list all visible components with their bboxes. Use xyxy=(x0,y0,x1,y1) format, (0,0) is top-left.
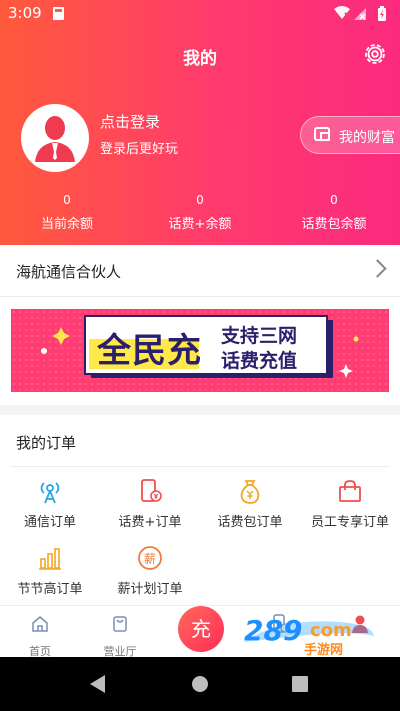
stat-label: 话费包余额 xyxy=(301,217,367,232)
orders-title: 我的订单 xyxy=(16,434,77,452)
bar-chart-icon xyxy=(39,548,61,570)
section-divider xyxy=(0,405,400,415)
stat-phone-package-balance[interactable]: 0 话费包余额 xyxy=(279,193,389,232)
partner-row[interactable]: 海航通信合伙人 xyxy=(0,245,400,297)
home-icon xyxy=(32,616,48,632)
partner-label: 海航通信合伙人 xyxy=(16,263,122,281)
back-icon[interactable] xyxy=(90,675,105,693)
svg-text:薪: 薪 xyxy=(144,552,156,566)
sd-card-icon xyxy=(53,7,64,20)
stat-value: 0 xyxy=(63,193,71,207)
watermark-suffix: com xyxy=(310,620,352,641)
order-item-communication[interactable]: 通信订单 xyxy=(0,478,100,530)
bag-icon xyxy=(113,616,127,632)
shopping-bag-icon xyxy=(339,480,361,502)
order-label: 薪计划订单 xyxy=(117,582,183,597)
watermark-label: 手游网 xyxy=(304,643,344,658)
wifi-icon xyxy=(334,6,352,20)
stat-current-balance[interactable]: 0 当前余额 xyxy=(12,193,122,232)
salary-icon: 薪 xyxy=(138,546,162,570)
site-watermark-logo: 289 com 手游网 xyxy=(238,612,378,658)
order-item-phone-package[interactable]: 话费包订单 xyxy=(200,478,300,530)
user-silhouette-icon xyxy=(35,116,75,162)
stat-label: 当前余额 xyxy=(40,217,93,232)
tab-home[interactable]: 首页 xyxy=(0,606,80,658)
login-subtitle: 登录后更好玩 xyxy=(100,142,179,157)
banner-line2: 话费充值 xyxy=(221,350,298,372)
order-label: 话费+订单 xyxy=(118,515,182,530)
battery-icon xyxy=(378,6,386,21)
money-bag-icon xyxy=(240,480,260,504)
order-item-salary-plan[interactable]: 薪 薪计划订单 xyxy=(100,545,200,597)
recent-apps-icon[interactable] xyxy=(292,676,308,692)
status-bar: 3:09 xyxy=(0,0,400,26)
my-wealth-label: 我的财富 xyxy=(339,130,395,146)
page-title: 我的 xyxy=(183,49,217,69)
order-item-staff-exclusive[interactable]: 员工专享订单 xyxy=(300,478,400,530)
status-icons xyxy=(334,6,386,21)
signal-tower-icon xyxy=(40,482,60,504)
home-circle-icon[interactable] xyxy=(192,676,208,692)
order-label: 员工专享订单 xyxy=(310,515,389,530)
banner-main-text: 全民充 xyxy=(97,331,202,371)
phone-yen-icon xyxy=(141,479,162,502)
chevron-right-icon xyxy=(368,259,387,278)
watermark-number: 289 xyxy=(244,614,303,647)
banner-line1: 支持三网 xyxy=(221,325,298,347)
promo-banner[interactable]: 全民充 支持三网 话费充值 xyxy=(11,309,389,392)
status-time: 3:09 xyxy=(8,4,42,22)
avatar[interactable] xyxy=(21,104,89,172)
stat-value: 0 xyxy=(330,193,338,207)
stat-label: 话费+余额 xyxy=(168,217,232,232)
orders-divider xyxy=(10,466,390,467)
system-navigation-bar xyxy=(0,657,400,711)
login-title[interactable]: 点击登录 xyxy=(100,111,160,132)
order-label: 话费包订单 xyxy=(217,515,283,530)
stat-value: 0 xyxy=(196,193,204,207)
my-wealth-button[interactable]: 我的财富 xyxy=(300,116,400,154)
order-label: 节节高订单 xyxy=(17,582,83,597)
stat-phone-plus-balance[interactable]: 0 话费+余额 xyxy=(145,193,255,232)
order-label: 通信订单 xyxy=(23,515,76,530)
order-item-phone-plus[interactable]: 话费+订单 xyxy=(100,478,200,530)
order-item-step-up[interactable]: 节节高订单 xyxy=(0,545,100,597)
recharge-center-button[interactable]: 充 xyxy=(178,606,224,652)
cell-signal-icon xyxy=(354,8,366,20)
tab-business-hall[interactable]: 营业厅 xyxy=(80,606,160,658)
settings-gear-icon[interactable] xyxy=(363,42,387,66)
wallet-icon xyxy=(314,127,330,141)
